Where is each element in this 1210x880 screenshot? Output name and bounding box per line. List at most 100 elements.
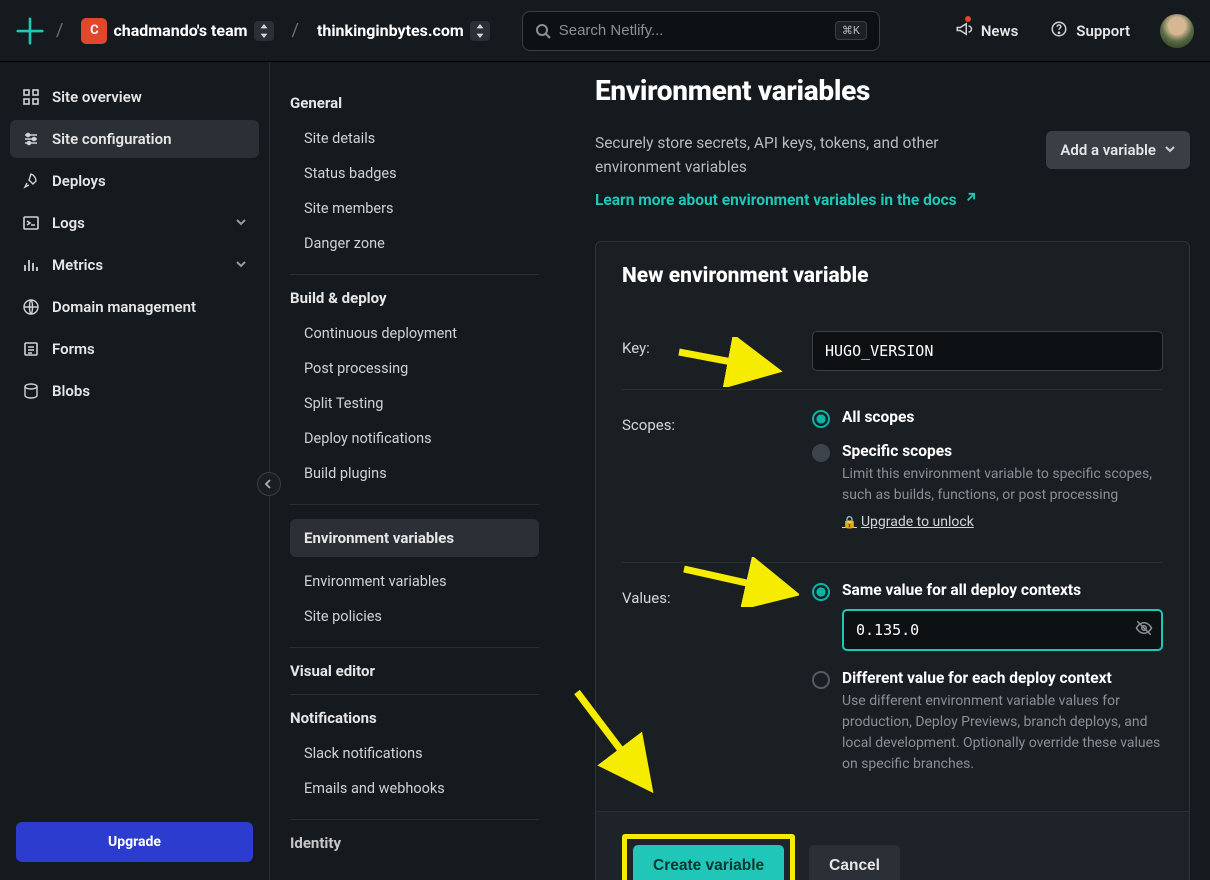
breadcrumb-separator: / — [288, 20, 303, 41]
subnav-group-identity[interactable]: Identity — [290, 834, 539, 852]
nav-forms[interactable]: Forms — [10, 330, 259, 368]
subnav-group-notifications[interactable]: Notifications — [290, 709, 539, 727]
nav-blobs[interactable]: Blobs — [10, 372, 259, 410]
team-avatar-icon: C — [81, 18, 107, 44]
nav-domain-management[interactable]: Domain management — [10, 288, 259, 326]
user-avatar[interactable] — [1160, 14, 1194, 48]
radio-specific-scopes-desc: Limit this environment variable to speci… — [842, 464, 1163, 506]
rocket-icon — [22, 172, 40, 190]
card-title: New environment variable — [622, 264, 1163, 288]
database-icon — [22, 382, 40, 400]
radio-all-scopes[interactable] — [812, 410, 830, 428]
main-content: Environment variables Securely store sec… — [559, 62, 1210, 880]
nav-site-overview[interactable]: Site overview — [10, 78, 259, 116]
subnav-group-visual[interactable]: Visual editor — [290, 662, 539, 680]
collapse-sidebar-button[interactable] — [257, 472, 281, 496]
nav-site-configuration[interactable]: Site configuration — [10, 120, 259, 158]
chevron-down-icon — [235, 256, 247, 274]
annotation-highlight-box: Create variable — [622, 834, 795, 880]
key-label: Key: — [622, 331, 812, 357]
support-label: Support — [1076, 22, 1130, 40]
search-input[interactable] — [559, 22, 835, 39]
learn-more-label: Learn more about environment variables i… — [595, 191, 957, 209]
radio-same-value[interactable] — [812, 583, 830, 601]
form-row-values: Values: Same value for all deploy contex… — [622, 562, 1163, 807]
leftnav: Site overview Site configuration Deploys… — [0, 62, 270, 880]
subnav-group-env[interactable]: Environment variables — [290, 519, 539, 557]
nav-item-label: Domain management — [52, 298, 196, 316]
external-link-icon — [963, 191, 976, 209]
search-shortcut-hint: ⌘K — [835, 21, 867, 40]
radio-different-value-desc: Use different environment variable value… — [842, 691, 1163, 775]
radio-specific-scopes — [812, 444, 830, 462]
breadcrumb-team-label: chadmando's team — [113, 21, 247, 40]
news-label: News — [981, 22, 1018, 40]
news-link[interactable]: News — [943, 14, 1030, 48]
cancel-label: Cancel — [829, 857, 880, 874]
sub-navigation: General Site details Status badges Site … — [270, 62, 559, 880]
nav-metrics[interactable]: Metrics — [10, 246, 259, 284]
cancel-button[interactable]: Cancel — [809, 845, 900, 880]
add-variable-label: Add a variable — [1060, 141, 1156, 159]
team-switcher-icon[interactable] — [254, 21, 274, 41]
values-label: Values: — [622, 581, 812, 607]
checklist-icon — [22, 340, 40, 358]
subnav-status-badges[interactable]: Status badges — [290, 157, 539, 190]
create-variable-button[interactable]: Create variable — [633, 845, 784, 880]
upgrade-button[interactable]: Upgrade — [16, 822, 253, 862]
nav-item-label: Forms — [52, 340, 95, 358]
nav-logs[interactable]: Logs — [10, 204, 259, 242]
nav-item-label: Metrics — [52, 256, 103, 274]
site-switcher-icon[interactable] — [470, 21, 490, 41]
nav-item-label: Deploys — [52, 172, 106, 190]
sliders-icon — [22, 130, 40, 148]
subnav-group-build[interactable]: Build & deploy — [290, 289, 539, 307]
netlify-logo-icon[interactable] — [16, 17, 44, 45]
radio-different-value-label: Different value for each deploy context — [842, 669, 1163, 687]
subnav-site-members[interactable]: Site members — [290, 192, 539, 225]
subnav-site-policies[interactable]: Site policies — [290, 600, 539, 633]
subnav-post-processing[interactable]: Post processing — [290, 352, 539, 385]
learn-more-link[interactable]: Learn more about environment variables i… — [595, 191, 976, 209]
global-search[interactable]: ⌘K — [522, 11, 880, 51]
radio-specific-scopes-label: Specific scopes — [842, 442, 1163, 460]
lock-icon: 🔒 — [842, 515, 857, 529]
value-input[interactable] — [842, 609, 1163, 651]
subnav-deploy-notifications[interactable]: Deploy notifications — [290, 422, 539, 455]
add-variable-button[interactable]: Add a variable — [1046, 131, 1190, 169]
subnav-continuous-deployment[interactable]: Continuous deployment — [290, 317, 539, 350]
upgrade-label: Upgrade — [108, 834, 161, 850]
subnav-build-plugins[interactable]: Build plugins — [290, 457, 539, 490]
subnav-env-vars[interactable]: Environment variables — [290, 565, 539, 598]
breadcrumb-site[interactable]: thinkinginbytes.com — [311, 17, 496, 45]
form-row-key: Key: — [622, 312, 1163, 389]
news-unread-dot-icon — [965, 16, 971, 22]
subnav-site-details[interactable]: Site details — [290, 122, 539, 155]
visibility-toggle-icon[interactable] — [1135, 619, 1153, 641]
new-env-var-card: New environment variable Key: Scopes: — [595, 241, 1190, 880]
nav-item-label: Logs — [52, 214, 85, 232]
key-input[interactable] — [812, 331, 1163, 371]
subnav-group-general[interactable]: General — [290, 94, 539, 112]
subnav-emails-webhooks[interactable]: Emails and webhooks — [290, 772, 539, 805]
nav-item-label: Blobs — [52, 382, 90, 400]
scopes-label: Scopes: — [622, 408, 812, 434]
megaphone-icon — [955, 20, 973, 42]
subnav-slack[interactable]: Slack notifications — [290, 737, 539, 770]
breadcrumb-separator: / — [52, 20, 67, 41]
nav-item-label: Site configuration — [52, 130, 171, 148]
support-link[interactable]: Support — [1038, 14, 1142, 48]
nav-deploys[interactable]: Deploys — [10, 162, 259, 200]
radio-different-value[interactable] — [812, 671, 830, 689]
upgrade-unlock-label: Upgrade to unlock — [861, 514, 974, 530]
upgrade-to-unlock-link[interactable]: 🔒 Upgrade to unlock — [842, 514, 974, 530]
topbar: / C chadmando's team / thinkinginbytes.c… — [0, 0, 1210, 62]
subnav-danger-zone[interactable]: Danger zone — [290, 227, 539, 260]
subnav-split-testing[interactable]: Split Testing — [290, 387, 539, 420]
globe-icon — [22, 298, 40, 316]
breadcrumb-team[interactable]: C chadmando's team — [75, 14, 279, 48]
help-icon — [1050, 20, 1068, 42]
nav-item-label: Site overview — [52, 88, 142, 106]
radio-all-scopes-label: All scopes — [842, 408, 1163, 426]
bar-chart-icon — [22, 256, 40, 274]
